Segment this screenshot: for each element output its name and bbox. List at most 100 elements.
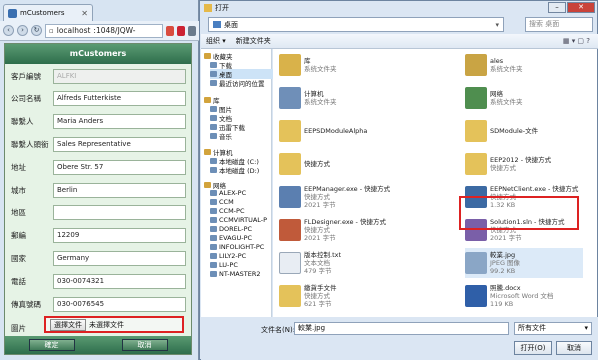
nav-item-music[interactable]: 音乐 — [210, 131, 232, 141]
dialog-titlebar: 打开 – ✕ — [200, 1, 597, 15]
file-item[interactable]: 快捷方式 — [279, 149, 397, 179]
nav-item-pc[interactable]: CCM — [210, 198, 234, 206]
back-icon[interactable]: ‹ — [3, 25, 14, 36]
file-item[interactable]: 繳貨手文件 快捷方式 621 字节 — [279, 281, 397, 311]
new-folder-button[interactable]: 新建文件夹 — [236, 36, 271, 46]
filetype-select[interactable]: 所有文件 ▾ — [514, 322, 592, 335]
drive-icon — [210, 167, 217, 173]
file-item[interactable]: 較業.jpg JPEG 图像 99.2 KB — [465, 248, 583, 278]
file-label: EEPNetClient.exe - 快捷方式 快捷方式 1.32 KB — [490, 185, 578, 209]
field-input[interactable]: Germany — [53, 250, 186, 266]
adblock-icon[interactable] — [177, 25, 185, 36]
file-input[interactable]: 選擇文件 未選擇文件 — [44, 316, 184, 333]
organize-button[interactable]: 组织 ▾ — [206, 36, 226, 46]
file-item[interactable]: FLDesigner.exe - 快捷方式 快捷方式 2021 字节 — [279, 215, 397, 245]
minimize-icon[interactable]: – — [548, 2, 566, 13]
folder-icon — [279, 120, 301, 142]
file-item[interactable]: Solution1.sln - 快捷方式 快捷方式 2021 字节 — [465, 215, 583, 245]
field-input[interactable]: Berlin — [53, 182, 186, 198]
filename-input[interactable]: 較業.jpg — [294, 322, 509, 335]
file-type: 系统文件夹 — [490, 65, 523, 73]
nav-item-pc[interactable]: LU-PC — [210, 261, 238, 269]
search-input[interactable]: 搜索 桌面 — [525, 17, 593, 32]
pc-icon — [210, 226, 217, 232]
file-item[interactable]: 库系统文件夹 — [279, 50, 397, 80]
file-item[interactable]: EEP2012 - 快捷方式 快捷方式 — [465, 149, 583, 179]
solution-icon — [465, 219, 487, 241]
field-input[interactable]: ALFKI — [53, 68, 186, 84]
field-input[interactable]: Maria Anders — [53, 114, 186, 130]
url-path: :1048/JQW- — [93, 26, 136, 35]
browser-tab[interactable]: mCustomers ✕ — [3, 4, 93, 21]
open-button[interactable]: 打开(O) — [514, 341, 552, 355]
dialog-title: 打开 — [215, 4, 229, 12]
view-options-icon[interactable]: ▦ ▾ ▢ ? — [563, 37, 590, 45]
breadcrumb-item[interactable]: 桌面 — [224, 20, 238, 30]
file-item[interactable]: EEPNetClient.exe - 快捷方式 快捷方式 1.32 KB — [465, 182, 583, 212]
cancel-button[interactable]: 取消 — [121, 339, 168, 351]
open-file-dialog: 打开 – ✕ 桌面 ▾ 搜索 桌面 组织 ▾ 新建文件夹 ▦ ▾ ▢ ? 收藏夹… — [199, 0, 598, 360]
file-item[interactable]: ales 系统文件夹 — [465, 50, 583, 80]
field-input[interactable]: Alfreds Futterkiste — [53, 91, 186, 107]
computer-icon — [279, 87, 301, 109]
file-label: 计算机 系统文件夹 — [304, 90, 337, 106]
file-item[interactable]: SDModule-文件 — [465, 116, 583, 146]
nav-item-pc[interactable]: EVAGU-PC — [210, 234, 252, 242]
choose-file-button[interactable]: 選擇文件 — [50, 318, 86, 331]
field-input[interactable]: Obere Str. 57 — [53, 159, 186, 175]
nav-item-pc[interactable]: INFOLIGHT-PC — [210, 243, 264, 251]
field-label: 公司名稱 — [11, 94, 41, 104]
field-input[interactable]: Sales Representative — [53, 136, 186, 152]
form-row: 地區 — [11, 202, 189, 224]
nav-item-pc[interactable]: CCM-PC — [210, 207, 245, 215]
file-label: FLDesigner.exe - 快捷方式 快捷方式 2021 字节 — [304, 218, 386, 242]
nav-item-recent[interactable]: 最近访问的位置 — [210, 78, 265, 88]
file-item[interactable]: 计算机 系统文件夹 — [279, 83, 397, 113]
breadcrumb[interactable]: 桌面 ▾ — [208, 17, 504, 32]
nav-item-pc[interactable]: DOREL-PC — [210, 225, 252, 233]
ok-button[interactable]: 確定 — [28, 339, 75, 351]
address-bar[interactable]: ▫ localhost:1048/JQW- — [45, 23, 163, 38]
file-name: FLDesigner.exe - 快捷方式 — [304, 218, 386, 226]
reload-icon[interactable]: ↻ — [31, 25, 42, 36]
file-item[interactable]: EEPSDModuleAlpha — [279, 116, 397, 146]
file-name: EEPNetClient.exe - 快捷方式 — [490, 185, 579, 193]
nav-item-drive[interactable]: 本地磁盘 (D:) — [210, 165, 259, 175]
field-input[interactable]: 030-0074321 — [53, 273, 186, 289]
form-row: 公司名稱 Alfreds Futterkiste — [11, 88, 189, 110]
close-icon[interactable]: ✕ — [567, 2, 595, 13]
file-label: EEP2012 - 快捷方式 快捷方式 — [490, 156, 551, 172]
file-type: 系统文件夹 — [304, 98, 337, 106]
url-host: localhost — [56, 26, 91, 35]
forward-icon[interactable]: › — [17, 25, 28, 36]
extension-icon[interactable] — [166, 25, 174, 36]
menu-icon[interactable] — [188, 25, 196, 36]
file-size: 2021 字节 — [304, 234, 336, 242]
nav-item-pc[interactable]: NT-MASTER2 — [210, 270, 261, 278]
pc-icon — [210, 235, 217, 241]
pc-icon — [210, 199, 217, 205]
chevron-down-icon[interactable]: ▾ — [495, 21, 499, 29]
navigation-pane: 收藏夹 下载 桌面 最近访问的位置库图片 文档 迅雷下载 音乐 计算机 本地磁盘 (C:) 本地磁… — [201, 49, 276, 317]
file-type: 系统文件夹 — [304, 65, 337, 73]
dialog-cancel-button[interactable]: 取消 — [556, 341, 592, 355]
pc-icon — [210, 217, 217, 223]
file-label: SDModule-文件 — [490, 127, 538, 135]
file-label: 库系统文件夹 — [304, 57, 337, 73]
recent-icon — [210, 80, 217, 86]
nav-item-pc[interactable]: ALEX-PC — [210, 189, 246, 197]
field-input[interactable]: 12209 — [53, 228, 186, 244]
pc-icon — [210, 244, 217, 250]
file-item[interactable]: EEPManager.exe - 快捷方式 快捷方式 2021 字节 — [279, 182, 397, 212]
file-label: 繳貨手文件 快捷方式 621 字节 — [304, 284, 337, 308]
nav-item-pc[interactable]: LILY2-PC — [210, 252, 246, 260]
nav-item-pc[interactable]: CCMVIRTUAL-P — [210, 216, 267, 224]
file-item[interactable]: 照騰.docx Microsoft Word 文档 119 KB — [465, 281, 583, 311]
file-item[interactable]: 网络 系统文件夹 — [465, 83, 583, 113]
field-input[interactable] — [53, 205, 186, 221]
file-item[interactable]: 版本控制.txt 文本文档 479 字节 — [279, 248, 397, 278]
file-size: 479 字节 — [304, 267, 332, 275]
field-input[interactable]: 030-0076545 — [53, 296, 186, 312]
documents-icon — [210, 115, 217, 121]
close-tab-icon[interactable]: ✕ — [81, 9, 88, 18]
